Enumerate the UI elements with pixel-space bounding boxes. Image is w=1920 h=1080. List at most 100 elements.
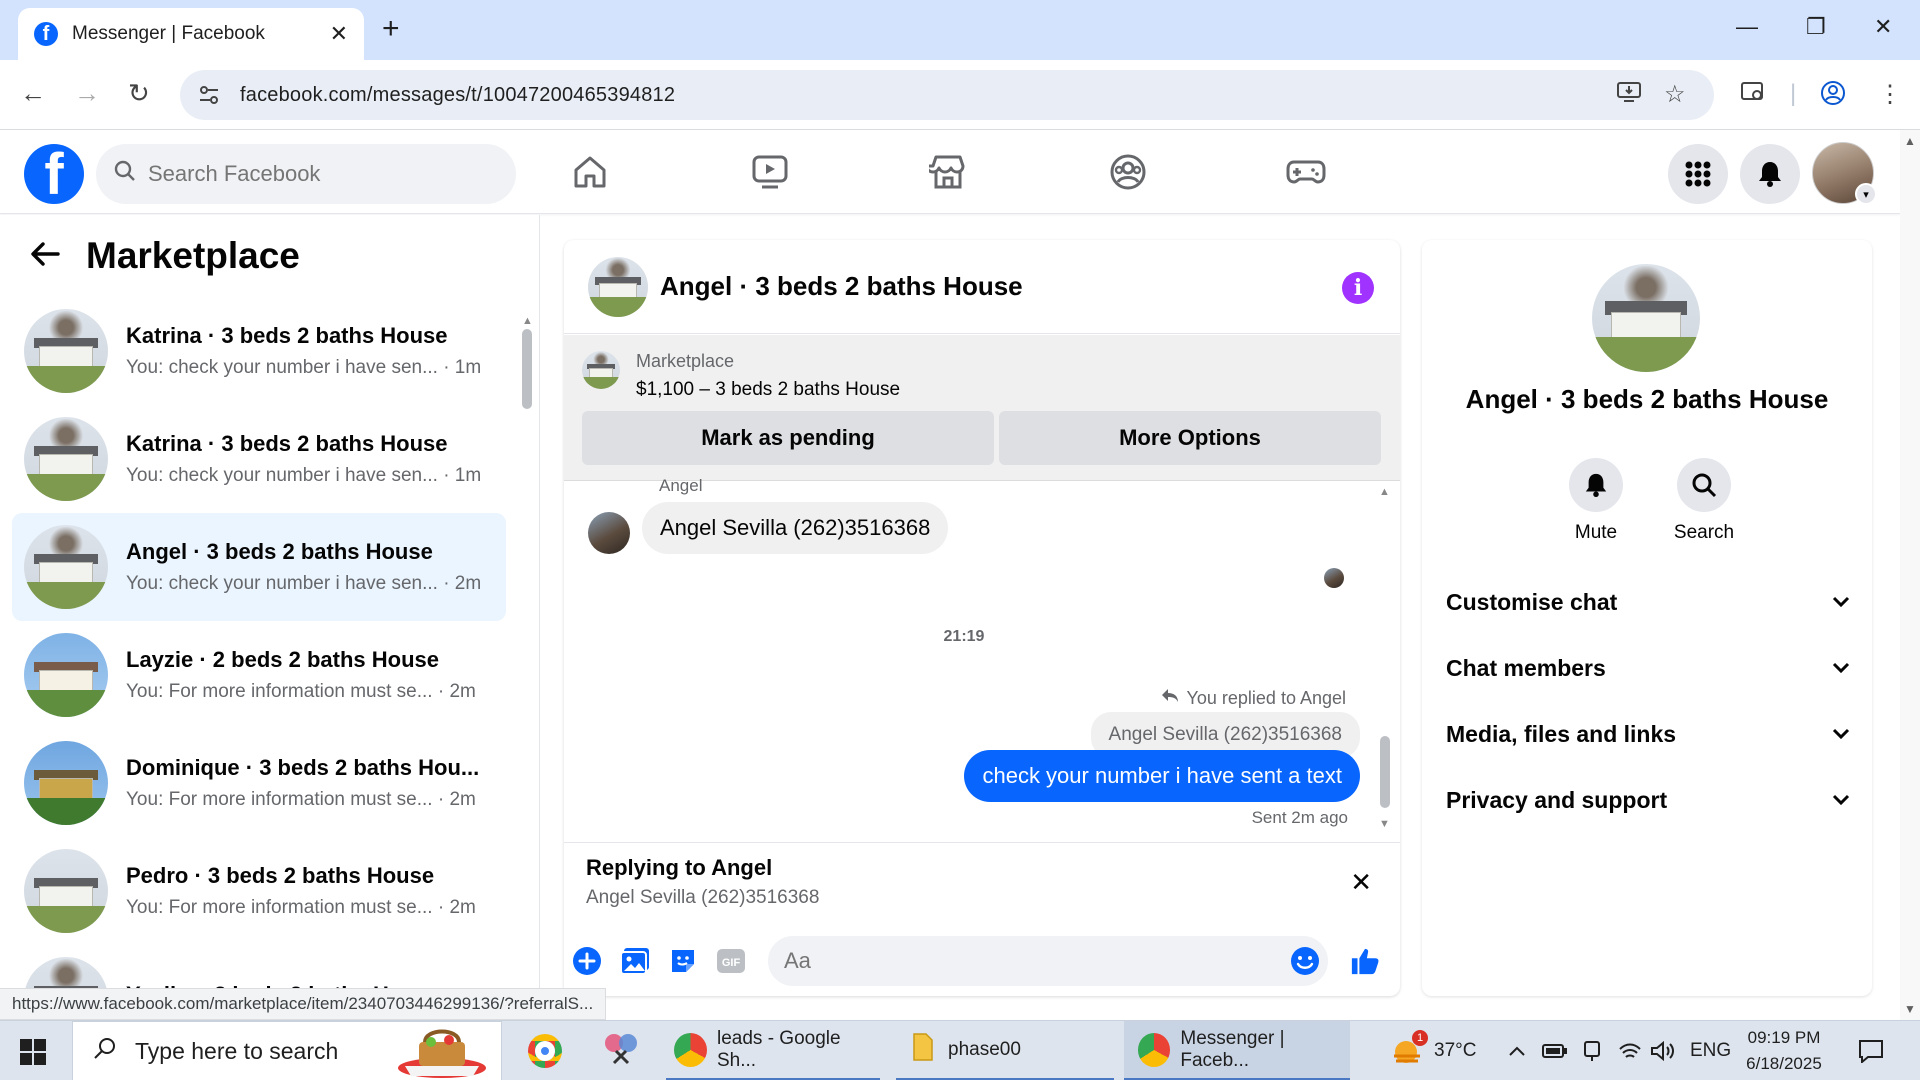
volume-icon[interactable] (1650, 1021, 1674, 1080)
scroll-down-icon[interactable]: ▼ (1904, 1002, 1916, 1016)
media-files-links-section[interactable]: Media, files and links (1446, 714, 1850, 754)
back-arrow-icon[interactable] (30, 238, 60, 275)
restore-icon[interactable]: ❐ (1806, 14, 1826, 40)
notifications-bell-icon[interactable] (1740, 144, 1800, 204)
system-clock[interactable]: 09:19 PM 6/18/2025 (1724, 1025, 1844, 1077)
back-icon[interactable]: ← (20, 78, 46, 109)
chat-members-section[interactable]: Chat members (1446, 648, 1850, 688)
sticker-icon[interactable] (668, 946, 698, 976)
conversation-name: Katrina · 3 beds 2 baths House (126, 323, 448, 348)
taskbar-search[interactable]: Type here to search (72, 1021, 502, 1080)
scroll-up-icon[interactable]: ▲ (1379, 486, 1390, 498)
contact-avatar[interactable] (1592, 264, 1700, 372)
gaming-nav-icon[interactable] (1276, 148, 1336, 196)
meet-now-icon[interactable] (1582, 1021, 1602, 1080)
browser-menu-icon[interactable]: ⋮ (1878, 80, 1902, 109)
conversation-list-scrollbar[interactable]: ▲ (522, 315, 534, 615)
message-input[interactable] (768, 936, 1328, 986)
search-in-chat-button[interactable]: Search (1664, 458, 1744, 544)
gif-icon[interactable]: GIF (716, 946, 746, 976)
like-thumb-icon[interactable] (1350, 946, 1380, 976)
minimize-icon[interactable]: — (1736, 14, 1758, 40)
window-close-icon[interactable]: ✕ (1874, 14, 1892, 40)
more-options-button[interactable]: More Options (999, 411, 1381, 465)
account-avatar[interactable]: ▾ (1812, 142, 1877, 205)
battery-icon[interactable] (1542, 1021, 1568, 1080)
facebook-search-input[interactable] (148, 161, 488, 187)
conversation-item-active[interactable]: Angel · 3 beds 2 baths House You: check … (12, 513, 506, 621)
conversation-snippet: You: For more information must se... · 2… (126, 789, 476, 810)
replying-bar: Replying to Angel Angel Sevilla (262)351… (564, 842, 1400, 924)
taskbar-google-sheets[interactable]: leads - Google Sh... (666, 1021, 880, 1080)
listing-title[interactable]: $1,100 – 3 beds 2 baths House (636, 379, 900, 401)
windows-taskbar: Type here to search leads - Google Sh...… (0, 1020, 1920, 1080)
info-icon[interactable]: i (1342, 272, 1374, 304)
seen-avatar (1324, 568, 1344, 588)
address-bar[interactable]: facebook.com/messages/t/1004720046539481… (180, 70, 1714, 120)
contact-name: Angel · 3 beds 2 baths House (1465, 384, 1829, 414)
customise-chat-section[interactable]: Customise chat (1446, 582, 1850, 622)
wifi-icon[interactable] (1618, 1021, 1642, 1080)
tab-search-icon[interactable] (1740, 80, 1766, 111)
browser-tab[interactable]: f Messenger | Facebook ✕ (18, 8, 364, 60)
add-plus-icon[interactable] (572, 946, 602, 976)
site-settings-icon[interactable] (196, 82, 222, 108)
chat-scrollbar[interactable]: ▲ ▼ (1378, 486, 1392, 830)
tab-title: Messenger | Facebook (72, 23, 265, 44)
close-tab-icon[interactable]: ✕ (330, 21, 348, 47)
notification-center-icon[interactable] (1858, 1021, 1884, 1080)
scroll-down-icon[interactable]: ▼ (1379, 818, 1390, 830)
install-app-icon[interactable] (1616, 80, 1642, 111)
conversation-name: Katrina · 3 beds 2 baths House (126, 431, 448, 456)
emoji-icon[interactable] (1290, 946, 1320, 976)
conversation-item[interactable]: Katrina · 3 beds 2 baths House You: chec… (12, 297, 506, 405)
profile-icon[interactable] (1820, 80, 1846, 113)
incoming-message[interactable]: Angel Sevilla (262)3516368 (642, 502, 949, 554)
scroll-up-icon[interactable]: ▲ (522, 315, 533, 327)
conversation-item[interactable]: Dominique · 3 beds 2 baths Hou... You: F… (12, 729, 506, 837)
taskbar-chrome[interactable] (520, 1021, 570, 1080)
conversation-item[interactable]: Layzie · 2 beds 2 baths House You: For m… (12, 621, 506, 729)
mark-as-pending-button[interactable]: Mark as pending (582, 411, 994, 465)
scrollbar-thumb[interactable] (1380, 736, 1390, 808)
facebook-search[interactable] (96, 144, 516, 204)
search-icon (114, 160, 136, 188)
windows-start-icon[interactable] (20, 1039, 46, 1065)
scrollbar-thumb[interactable] (522, 329, 532, 409)
clock-time: 09:19 PM (1747, 1028, 1821, 1047)
privacy-support-section[interactable]: Privacy and support (1446, 780, 1850, 820)
menu-grid-icon[interactable] (1668, 144, 1728, 204)
cancel-reply-icon[interactable]: ✕ (1350, 867, 1372, 898)
folder-icon (912, 1032, 934, 1068)
new-tab-icon[interactable]: + (382, 12, 400, 46)
chat-avatar[interactable] (588, 256, 648, 317)
outgoing-message[interactable]: check your number i have sent a text (964, 750, 1360, 802)
taskbar-messenger[interactable]: Messenger | Faceb... (1124, 1021, 1350, 1080)
conversation-item[interactable]: Pedro · 3 beds 2 baths House You: For mo… (12, 837, 506, 945)
show-hidden-icons[interactable] (1508, 1021, 1526, 1080)
listing-thumbnail (24, 741, 108, 825)
taskbar-file-explorer[interactable]: phase00 (896, 1021, 1114, 1080)
sender-avatar[interactable] (588, 512, 630, 554)
bookmark-star-icon[interactable]: ☆ (1664, 80, 1686, 109)
photo-icon[interactable] (620, 946, 650, 976)
page-scrollbar[interactable]: ▲ ▼ (1900, 130, 1920, 1020)
groups-nav-icon[interactable] (1098, 148, 1158, 196)
facebook-logo-icon[interactable]: f (24, 144, 84, 204)
weather-widget[interactable]: 1 37°C (1390, 1021, 1476, 1080)
conversation-item[interactable]: Katrina · 3 beds 2 baths House You: chec… (12, 405, 506, 513)
chevron-down-icon: ▾ (1855, 183, 1877, 205)
marketplace-nav-icon[interactable] (918, 148, 978, 196)
reply-indicator-label: You replied to Angel (1186, 688, 1346, 708)
conversation-snippet: You: check your number i have sen... · 1… (126, 465, 482, 486)
forward-icon[interactable]: → (74, 78, 100, 109)
reload-icon[interactable]: ↻ (128, 78, 150, 109)
mute-button[interactable]: Mute (1556, 458, 1636, 544)
section-label: Privacy and support (1446, 786, 1668, 813)
video-nav-icon[interactable] (740, 148, 800, 196)
scroll-up-icon[interactable]: ▲ (1904, 134, 1916, 148)
taskbar-snipping-tool[interactable] (596, 1021, 646, 1080)
home-nav-icon[interactable] (560, 148, 620, 196)
chat-title[interactable]: Angel · 3 beds 2 baths House (660, 271, 1023, 302)
section-label: Customise chat (1446, 588, 1618, 615)
